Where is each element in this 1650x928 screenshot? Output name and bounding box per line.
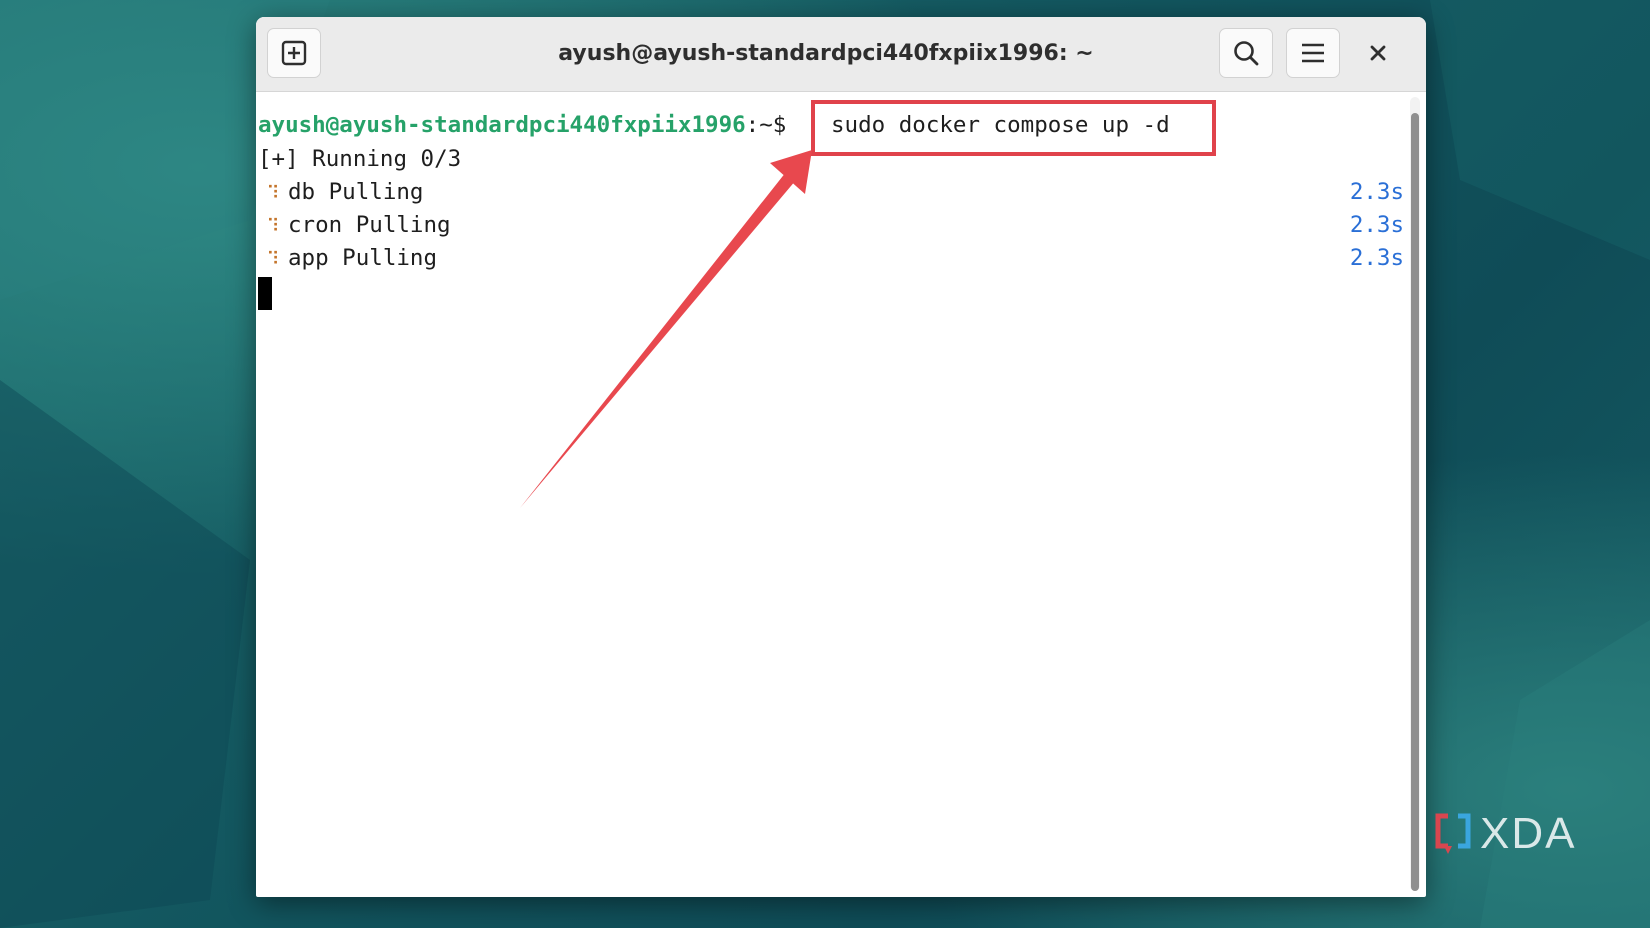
xda-watermark: XDA bbox=[1434, 809, 1577, 858]
spinner-icon: ⠹ bbox=[266, 216, 280, 237]
search-button[interactable] bbox=[1219, 28, 1273, 78]
spinner-icon: ⠹ bbox=[266, 183, 280, 204]
xda-logo-icon bbox=[1435, 813, 1471, 854]
prompt-suffix: :~$ bbox=[745, 112, 787, 138]
pull-row: ⠹ app Pulling bbox=[258, 242, 437, 275]
scrollbar-thumb[interactable] bbox=[1411, 113, 1419, 891]
title-bar: ayush@ayush-standardpci440fxpiix1996: ~ bbox=[256, 17, 1426, 92]
window-title: ayush@ayush-standardpci440fxpiix1996: ~ bbox=[558, 41, 1094, 66]
search-icon bbox=[1234, 41, 1259, 66]
status-line: [+] Running 0/3 bbox=[258, 146, 462, 172]
command-text: sudo docker compose up -d bbox=[831, 112, 1170, 138]
prompt-user: ayush@ayush-standardpci440fxpiix1996 bbox=[258, 112, 746, 138]
pull-row: ⠹ cron Pulling bbox=[258, 209, 451, 242]
pull-row-time: 2.3s bbox=[1349, 179, 1404, 205]
watermark-text: XDA bbox=[1480, 809, 1577, 858]
terminal-window: ayush@ayush-standardpci440fxpiix1996: ~ … bbox=[256, 17, 1426, 897]
text-cursor bbox=[258, 277, 272, 310]
scrollbar[interactable] bbox=[1410, 97, 1420, 891]
new-tab-icon bbox=[281, 40, 307, 66]
pull-row-time: 2.3s bbox=[1349, 245, 1404, 271]
hamburger-menu-icon bbox=[1302, 43, 1324, 63]
terminal-output[interactable]: ayush@ayush-standardpci440fxpiix1996:~$ … bbox=[256, 92, 1406, 897]
close-icon bbox=[1370, 45, 1386, 61]
pull-row-time: 2.3s bbox=[1349, 212, 1404, 238]
new-tab-button[interactable] bbox=[267, 28, 321, 78]
spinner-icon: ⠹ bbox=[266, 249, 280, 270]
pull-row: ⠹ db Pulling bbox=[258, 176, 423, 209]
pull-row-label: cron Pulling bbox=[288, 212, 451, 238]
pull-row-label: db Pulling bbox=[288, 179, 424, 205]
pull-row-label: app Pulling bbox=[288, 245, 438, 271]
menu-button[interactable] bbox=[1286, 28, 1340, 78]
close-button[interactable] bbox=[1353, 28, 1403, 78]
prompt-line: ayush@ayush-standardpci440fxpiix1996:~$ bbox=[258, 109, 786, 142]
